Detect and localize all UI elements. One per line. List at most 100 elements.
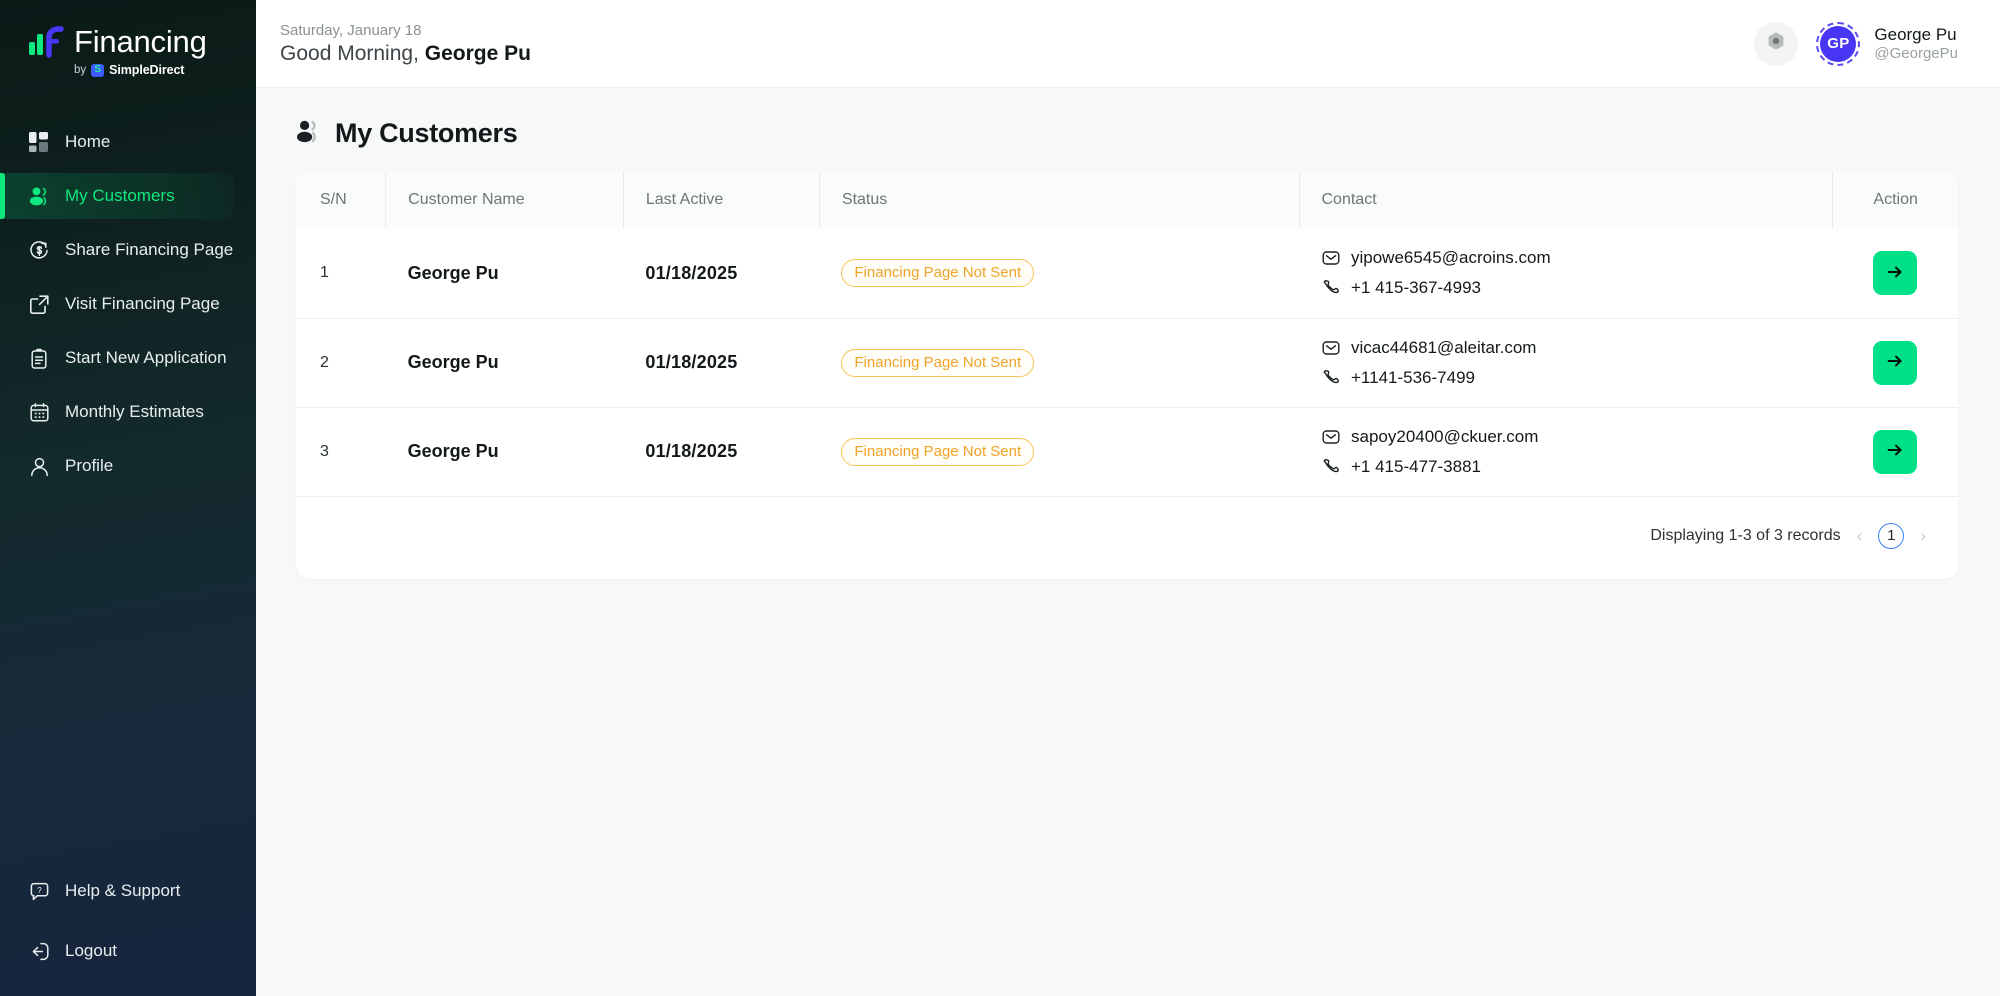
phone-icon xyxy=(1321,279,1340,298)
cell-customer-name: George Pu xyxy=(385,318,624,408)
table-head: S/N Customer Name Last Active Status Con… xyxy=(296,171,1958,229)
mail-icon xyxy=(1321,338,1340,357)
contact-email: yipowe6545@acroins.com xyxy=(1321,248,1833,268)
table-row: 3 George Pu 01/18/2025 Financing Page No… xyxy=(296,407,1958,497)
chevron-left-icon[interactable]: ‹ xyxy=(1855,526,1865,546)
table-header-row: S/N Customer Name Last Active Status Con… xyxy=(296,171,1958,229)
phone-text: +1 415-367-4993 xyxy=(1351,278,1481,298)
page-title-row: My Customers xyxy=(280,118,1958,149)
avatar-ring: GP xyxy=(1816,21,1861,66)
sidebar-item-label: Visit Financing Page xyxy=(65,294,220,313)
settings-hex-icon xyxy=(1765,30,1787,57)
page-content: My Customers S/N Customer Name Last Acti… xyxy=(256,88,2000,579)
cell-sn: 2 xyxy=(296,318,386,408)
open-customer-button[interactable] xyxy=(1873,251,1918,296)
sidebar-item-profile[interactable]: Profile xyxy=(0,443,234,489)
app-root: Financing by S SimpleDirect Home My Cust… xyxy=(0,0,2000,996)
sidebar-item-label: My Customers xyxy=(65,186,175,205)
current-date: Saturday, January 18 xyxy=(280,21,422,39)
logout-icon xyxy=(28,940,50,962)
user-handle: @GeorgePu xyxy=(1874,44,1958,62)
sidebar-nav: Home My Customers Share Financing Page V… xyxy=(0,119,256,489)
cell-action xyxy=(1832,318,1958,408)
cell-sn: 3 xyxy=(296,407,386,497)
cell-contact: vicac44681@aleitar.com +1141-536-7499 xyxy=(1299,318,1833,408)
user-text-block: George Pu @GeorgePu xyxy=(1874,24,1958,64)
pagination: Displaying 1-3 of 3 records ‹ 1 › xyxy=(296,497,1958,579)
column-header-last-active: Last Active xyxy=(623,171,820,229)
cell-action xyxy=(1832,229,1958,319)
cell-status: Financing Page Not Sent xyxy=(819,318,1299,408)
calendar-icon xyxy=(28,401,50,423)
users-icon xyxy=(296,119,322,149)
brand-company: SimpleDirect xyxy=(109,63,185,77)
customers-table: S/N Customer Name Last Active Status Con… xyxy=(296,171,1958,497)
sidebar: Financing by S SimpleDirect Home My Cust… xyxy=(0,0,256,996)
main-area: Saturday, January 18 Good Morning, Georg… xyxy=(256,0,2000,996)
sidebar-bottom-nav: ? Help & Support Logout xyxy=(0,868,256,996)
sidebar-item-my-customers[interactable]: My Customers xyxy=(0,173,234,219)
column-header-contact: Contact xyxy=(1299,171,1834,229)
mail-icon xyxy=(1321,427,1340,446)
clipboard-icon xyxy=(28,347,50,369)
arrow-right-icon xyxy=(1885,262,1905,285)
table-row: 1 George Pu 01/18/2025 Financing Page No… xyxy=(296,229,1958,319)
status-badge: Financing Page Not Sent xyxy=(841,348,1035,377)
table-body: 1 George Pu 01/18/2025 Financing Page No… xyxy=(296,229,1958,497)
phone-icon xyxy=(1321,457,1340,476)
email-text: yipowe6545@acroins.com xyxy=(1351,248,1551,268)
user-name: George Pu xyxy=(1874,24,1957,44)
contact-email: vicac44681@aleitar.com xyxy=(1321,338,1833,358)
sidebar-item-label: Profile xyxy=(65,456,114,475)
bar-chart-logo-icon xyxy=(28,24,64,58)
cell-sn: 1 xyxy=(296,229,386,319)
sidebar-item-share-financing-page[interactable]: Share Financing Page xyxy=(0,227,234,273)
help-chat-icon: ? xyxy=(28,880,50,902)
contact-phone: +1 415-367-4993 xyxy=(1321,278,1833,298)
email-text: vicac44681@aleitar.com xyxy=(1351,337,1537,357)
greeting-user-name: George Pu xyxy=(424,41,531,65)
sidebar-item-home[interactable]: Home xyxy=(0,119,234,165)
open-customer-button[interactable] xyxy=(1873,340,1918,385)
settings-button[interactable] xyxy=(1754,21,1799,66)
user-icon xyxy=(28,455,50,477)
external-link-icon xyxy=(28,293,50,315)
status-badge: Financing Page Not Sent xyxy=(841,437,1035,466)
mail-icon xyxy=(1321,249,1340,268)
contact-phone: +1141-536-7499 xyxy=(1321,368,1833,388)
cell-customer-name: George Pu xyxy=(385,229,624,319)
grid-home-icon xyxy=(28,131,50,153)
brand-block: Financing by S SimpleDirect xyxy=(0,0,256,95)
page-title: My Customers xyxy=(335,118,518,148)
status-badge: Financing Page Not Sent xyxy=(841,259,1035,288)
contact-phone: +1 415-477-3881 xyxy=(1321,457,1833,477)
greeting-text: Good Morning, George Pu xyxy=(280,42,531,66)
cell-last-active: 01/18/2025 xyxy=(623,318,820,408)
column-header-status: Status xyxy=(819,171,1300,229)
arrow-right-icon xyxy=(1885,351,1905,374)
sidebar-item-visit-financing-page[interactable]: Visit Financing Page xyxy=(0,281,234,327)
sidebar-item-logout[interactable]: Logout xyxy=(0,928,234,974)
phone-text: +1141-536-7499 xyxy=(1351,367,1475,387)
user-menu[interactable]: GP George Pu @GeorgePu xyxy=(1816,21,1958,66)
cell-status: Financing Page Not Sent xyxy=(819,407,1299,497)
simpledirect-mark-icon: S xyxy=(91,63,105,77)
pagination-page-1[interactable]: 1 xyxy=(1878,522,1905,549)
sidebar-item-label: Home xyxy=(65,132,111,151)
sidebar-item-label: Start New Application xyxy=(65,348,227,367)
sidebar-item-help-support[interactable]: ? Help & Support xyxy=(0,868,234,914)
phone-icon xyxy=(1321,368,1340,387)
greeting-block: Saturday, January 18 Good Morning, Georg… xyxy=(280,22,531,66)
pagination-summary: Displaying 1-3 of 3 records xyxy=(1650,526,1841,544)
column-header-sn: S/N xyxy=(296,171,387,229)
sidebar-item-monthly-estimates[interactable]: Monthly Estimates xyxy=(0,389,234,435)
table-row: 2 George Pu 01/18/2025 Financing Page No… xyxy=(296,318,1958,408)
sidebar-item-label: Help & Support xyxy=(65,881,181,900)
cell-contact: sapoy20400@ckuer.com +1 415-477-3881 xyxy=(1299,407,1833,497)
open-customer-button[interactable] xyxy=(1873,429,1918,474)
svg-text:?: ? xyxy=(37,885,42,895)
brand-name: Financing xyxy=(74,23,207,59)
sidebar-item-start-new-application[interactable]: Start New Application xyxy=(0,335,234,381)
chevron-right-icon[interactable]: › xyxy=(1918,526,1928,546)
sidebar-item-label: Logout xyxy=(65,941,117,960)
